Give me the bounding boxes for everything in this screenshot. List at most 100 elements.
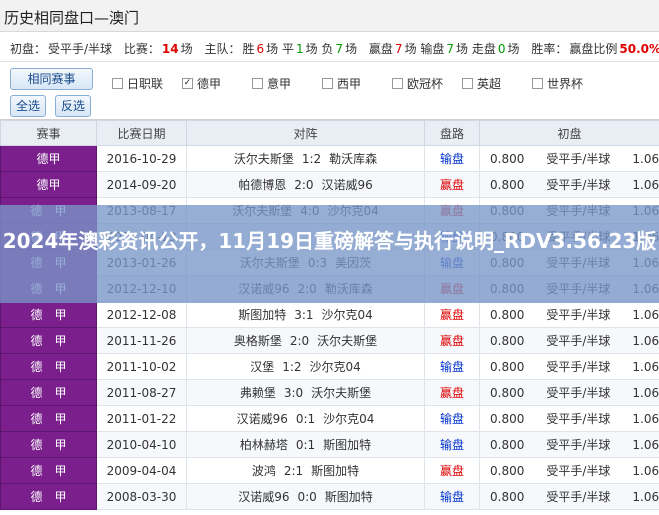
page-title: 历史相同盘口—澳门 bbox=[0, 0, 659, 32]
home-odds: 0.800 bbox=[490, 178, 525, 192]
rate-value: 50.0% bbox=[619, 42, 659, 56]
date-cell: 2011-01-22 bbox=[96, 405, 187, 432]
overlay-text: 2024年澳彩资讯公开，11月19日重磅解答与执行说明_RDV3.56.23版 bbox=[2, 229, 657, 253]
result-cell: 输盘 bbox=[424, 405, 480, 432]
handicap: 受平手/半球 bbox=[546, 334, 611, 348]
league-cell[interactable]: 德 甲 bbox=[0, 431, 97, 458]
checkbox-empty-icon[interactable] bbox=[252, 77, 263, 89]
away-team[interactable]: 斯图加特 bbox=[325, 488, 373, 505]
invert-button[interactable]: 反选 bbox=[55, 95, 91, 117]
league-cell[interactable]: 德 甲 bbox=[0, 379, 97, 406]
home-team[interactable]: 帕德博恩 bbox=[238, 176, 286, 193]
away-team[interactable]: 斯图加特 bbox=[323, 436, 371, 453]
home-team[interactable]: 汉诺威96 bbox=[237, 410, 288, 427]
match-cell[interactable]: 奥格斯堡 2:0 沃尔夫斯堡 bbox=[186, 327, 425, 354]
league-checkbox[interactable]: 西甲 bbox=[322, 76, 362, 91]
home-team[interactable]: 汉堡 bbox=[250, 358, 274, 375]
home-team[interactable]: 弗赖堡 bbox=[240, 384, 276, 401]
league-cell[interactable]: 德 甲 bbox=[0, 353, 97, 380]
header-opening-odds: 初盘 bbox=[479, 120, 659, 146]
home-odds: 0.800 bbox=[490, 360, 525, 374]
checkbox-empty-icon[interactable] bbox=[462, 77, 473, 89]
match-cell[interactable]: 汉诺威96 0:1 沙尔克04 bbox=[186, 405, 425, 432]
match-cell[interactable]: 波鸿 2:1 斯图加特 bbox=[186, 457, 425, 484]
date-cell: 2010-04-10 bbox=[96, 431, 187, 458]
result-cell: 输盘 bbox=[424, 431, 480, 458]
match-cell[interactable]: 斯图加特 3:1 沙尔克04 bbox=[186, 301, 425, 328]
header-date: 比赛日期 bbox=[96, 120, 187, 146]
match-cell[interactable]: 沃尔夫斯堡 1:2 勒沃库森 bbox=[186, 145, 425, 172]
league-checkbox-label: 德甲 bbox=[197, 76, 222, 91]
same-league-button[interactable]: 相同赛事 bbox=[10, 68, 93, 90]
lose-pan-label: 场 输盘 bbox=[404, 42, 445, 56]
away-team[interactable]: 沃尔夫斯堡 bbox=[317, 332, 377, 349]
match-cell[interactable]: 帕德博恩 2:0 汉诺威96 bbox=[186, 171, 425, 198]
date-cell: 2012-12-08 bbox=[96, 301, 187, 328]
league-cell[interactable]: 德 甲 bbox=[0, 483, 97, 510]
odds-cell: 0.800 受平手/半球 1.060 bbox=[479, 379, 659, 406]
league-checkbox[interactable]: ✓ 德甲 bbox=[182, 76, 222, 91]
walk-label: 场 走盘 bbox=[456, 42, 496, 56]
match-cell[interactable]: 柏林赫塔 0:1 斯图加特 bbox=[186, 431, 425, 458]
checkbox-empty-icon[interactable] bbox=[112, 77, 123, 89]
score: 2:1 bbox=[283, 464, 304, 478]
away-team[interactable]: 沙尔克04 bbox=[310, 358, 361, 375]
league-checkbox[interactable]: 欧冠杯 bbox=[392, 76, 444, 91]
home-odds: 0.800 bbox=[490, 464, 525, 478]
odds-cell: 0.800 受平手/半球 1.060 bbox=[479, 405, 659, 432]
home-odds: 0.800 bbox=[490, 334, 525, 348]
handicap: 受平手/半球 bbox=[546, 152, 611, 166]
checkbox-empty-icon[interactable] bbox=[322, 77, 333, 89]
checkbox-empty-icon[interactable] bbox=[532, 77, 543, 89]
table-row: 德 甲 2011-01-22 汉诺威96 0:1 沙尔克04 输盘 0.800 受平手/半球 1… bbox=[0, 405, 659, 432]
header-league: 赛事 bbox=[0, 120, 97, 146]
home-team[interactable]: 波鸿 bbox=[252, 462, 276, 479]
odds-cell: 0.800 受平手/半球 1.060 bbox=[479, 457, 659, 484]
away-odds: 1.060 bbox=[632, 438, 659, 452]
away-team[interactable]: 沙尔克04 bbox=[322, 306, 373, 323]
league-checkbox[interactable]: 英超 bbox=[462, 76, 501, 91]
table-header-row: 赛事 比赛日期 对阵 盘路 初盘 bbox=[0, 120, 659, 146]
away-team[interactable]: 汉诺威96 bbox=[322, 176, 373, 193]
date-cell: 2014-09-20 bbox=[96, 171, 187, 198]
league-cell[interactable]: 德甲 bbox=[0, 171, 97, 198]
away-team[interactable]: 沃尔夫斯堡 bbox=[311, 384, 371, 401]
match-cell[interactable]: 汉诺威96 0:0 斯图加特 bbox=[186, 483, 425, 510]
odds-cell: 0.800 受平手/半球 1.060 bbox=[479, 301, 659, 328]
league-checkbox[interactable]: 日职联 bbox=[112, 76, 163, 91]
league-cell[interactable]: 德 甲 bbox=[0, 327, 97, 354]
league-checkbox[interactable]: 世界杯 bbox=[532, 76, 583, 91]
match-cell[interactable]: 弗赖堡 3:0 沃尔夫斯堡 bbox=[186, 379, 425, 406]
home-odds: 0.800 bbox=[490, 308, 525, 322]
home-team[interactable]: 柏林赫塔 bbox=[240, 436, 288, 453]
odds-cell: 0.800 受平手/半球 1.060 bbox=[479, 483, 659, 510]
home-team[interactable]: 斯图加特 bbox=[238, 306, 286, 323]
select-all-button[interactable]: 全选 bbox=[10, 95, 46, 117]
league-cell[interactable]: 德甲 bbox=[0, 145, 97, 172]
walk-count: 0 bbox=[497, 42, 506, 56]
league-checkbox[interactable]: 意甲 bbox=[252, 76, 291, 91]
away-odds: 1.060 bbox=[632, 386, 659, 400]
date-cell: 2009-04-04 bbox=[96, 457, 187, 484]
handicap: 受平手/半球 bbox=[546, 464, 611, 478]
home-team[interactable]: 沃尔夫斯堡 bbox=[234, 150, 294, 167]
odds-cell: 0.800 受平手/半球 1.060 bbox=[479, 353, 659, 380]
away-team[interactable]: 勒沃库森 bbox=[329, 150, 377, 167]
handicap: 受平手/半球 bbox=[546, 360, 611, 374]
odds-cell: 0.800 受平手/半球 1.060 bbox=[479, 145, 659, 172]
checkbox-checked-icon[interactable]: ✓ bbox=[182, 77, 193, 89]
away-team[interactable]: 斯图加特 bbox=[311, 462, 359, 479]
match-cell[interactable]: 汉堡 1:2 沙尔克04 bbox=[186, 353, 425, 380]
home-team[interactable]: 汉诺威96 bbox=[238, 488, 289, 505]
league-cell[interactable]: 德 甲 bbox=[0, 405, 97, 432]
league-cell[interactable]: 德 甲 bbox=[0, 301, 97, 328]
away-odds: 1.060 bbox=[632, 308, 659, 322]
league-checkbox-label: 欧冠杯 bbox=[407, 76, 444, 91]
home-odds: 0.800 bbox=[490, 438, 525, 452]
away-team[interactable]: 沙尔克04 bbox=[323, 410, 374, 427]
league-checkbox-label: 西甲 bbox=[337, 76, 362, 91]
home-team[interactable]: 奥格斯堡 bbox=[234, 332, 282, 349]
checkbox-empty-icon[interactable] bbox=[392, 77, 403, 89]
result-cell: 赢盘 bbox=[424, 301, 480, 328]
league-cell[interactable]: 德 甲 bbox=[0, 457, 97, 484]
